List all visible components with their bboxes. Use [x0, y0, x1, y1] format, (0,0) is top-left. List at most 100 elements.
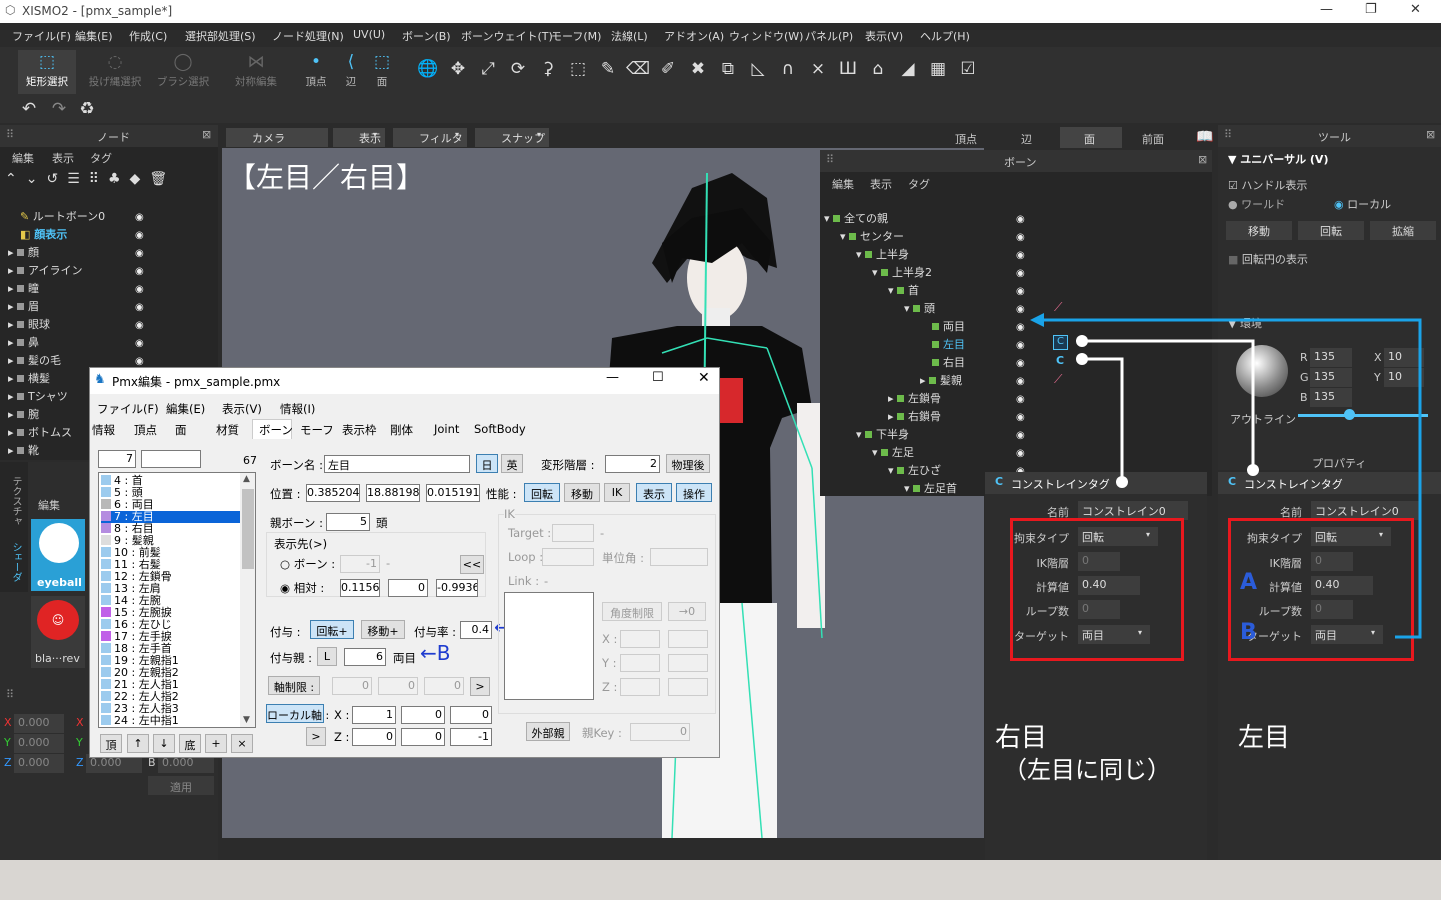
local-z3-input[interactable]: -1: [450, 728, 492, 746]
pmx-tab-morph[interactable]: モーフ: [300, 422, 334, 438]
ik-loop-input[interactable]: [542, 548, 594, 566]
perf-rotate-button[interactable]: 回転: [524, 483, 560, 502]
lang-jp-button[interactable]: 日: [476, 454, 498, 473]
ik-x-max-input[interactable]: [668, 630, 708, 648]
annotation-b: ←B: [420, 641, 451, 665]
dest-bone-radio[interactable]: ○ ボーン :: [280, 556, 335, 572]
rel-y-input[interactable]: 0: [388, 579, 428, 597]
ik-group-label: IK: [504, 507, 515, 521]
ik-x-min-input[interactable]: [620, 630, 660, 648]
grant-rate-input[interactable]: 0.4: [460, 621, 492, 639]
external-parent-button[interactable]: 外部親: [526, 722, 570, 741]
list-scrollbar[interactable]: ▲ ▼: [240, 473, 255, 727]
ik-target-input[interactable]: [552, 524, 594, 542]
pmx-menu-file[interactable]: ファイル(F): [97, 401, 159, 417]
grant-rotate-button[interactable]: 回転+: [310, 620, 354, 639]
ik-link-list[interactable]: [504, 592, 594, 700]
grant-parent-pick-button[interactable]: L: [317, 647, 337, 666]
after-physics-button[interactable]: 物理後: [666, 454, 710, 473]
pmx-tab-face[interactable]: 面: [175, 422, 187, 438]
pmx-menu-view[interactable]: 表示(V): [222, 401, 262, 417]
parent-key-label: 親Key :: [582, 726, 622, 740]
perf-display-button[interactable]: 表示: [636, 483, 672, 502]
list-add-button[interactable]: +: [205, 734, 227, 753]
list-top-button[interactable]: 頂: [100, 734, 122, 753]
ik-x-label: X :: [602, 632, 618, 646]
position-z-input[interactable]: 0.015191: [426, 484, 480, 502]
pmx-tab-bone[interactable]: ボーン: [252, 419, 293, 439]
ik-unit-label: 単位角 :: [602, 551, 645, 565]
grant-parent-input[interactable]: 6: [344, 648, 386, 666]
rel-x-input[interactable]: 0.11565: [340, 579, 380, 597]
close-icon[interactable]: ✕: [698, 370, 710, 386]
pmx-tab-joint[interactable]: Joint: [434, 422, 459, 436]
pmx-title: Pmx編集 - pmx_sample.pmx: [112, 375, 281, 389]
pmx-tab-vertex[interactable]: 頂点: [134, 422, 157, 438]
local-z-label: Z :: [334, 730, 350, 744]
grant-parent-name: 両目: [393, 651, 416, 665]
pmx-tab-softbody[interactable]: SoftBody: [474, 422, 526, 436]
axis-y-input[interactable]: 0: [378, 677, 418, 695]
pmx-tab-frame[interactable]: 表示枠: [342, 422, 377, 438]
dest-relative-radio[interactable]: ◉ 相対 :: [280, 580, 324, 596]
pmx-menu-edit[interactable]: 編集(E): [166, 401, 205, 417]
grant-move-button[interactable]: 移動+: [361, 620, 405, 639]
list-delete-button[interactable]: ×: [231, 734, 253, 753]
list-bottom-button[interactable]: 底: [179, 734, 201, 753]
local-z2-input[interactable]: 0: [401, 728, 445, 746]
bone-index-input[interactable]: 7: [98, 450, 136, 468]
perf-operate-button[interactable]: 操作: [676, 483, 712, 502]
perf-move-button[interactable]: 移動: [564, 483, 600, 502]
parent-bone-label: 親ボーン :: [270, 516, 323, 530]
deform-label: 変形階層 :: [541, 458, 595, 472]
pmx-app-icon: ♞: [94, 372, 106, 387]
parent-key-input[interactable]: 0: [630, 723, 690, 741]
axis-expand-button[interactable]: >: [470, 677, 490, 696]
dest-pick-button[interactable]: <<: [460, 555, 484, 574]
position-x-input[interactable]: 0.385204: [306, 484, 360, 502]
perf-ik-button[interactable]: IK: [604, 483, 630, 502]
ik-z-max-input[interactable]: [668, 678, 708, 696]
bone-list[interactable]: 4 : 首 5 : 頭 6 : 両目 7 : 左目 8 : 右目 9 : 髪親 …: [98, 472, 256, 728]
axis-x-input[interactable]: 0: [332, 677, 372, 695]
ik-y-max-input[interactable]: [668, 654, 708, 672]
ik-unit-input[interactable]: [650, 548, 708, 566]
ik-y-min-input[interactable]: [620, 654, 660, 672]
lang-en-button[interactable]: 英: [501, 454, 523, 473]
deform-input[interactable]: 2: [605, 455, 660, 473]
local-x2-input[interactable]: 0: [401, 706, 445, 724]
rel-z-input[interactable]: -0.9936: [436, 579, 478, 597]
local-axis-button[interactable]: ローカル軸 :: [266, 704, 329, 723]
grant-parent-label: 付与親 :: [270, 651, 313, 665]
list-up-button[interactable]: ↑: [127, 734, 149, 753]
ik-target-label: Target :: [508, 526, 552, 540]
list-down-button[interactable]: ↓: [153, 734, 175, 753]
pmx-tab-rigid[interactable]: 剛体: [390, 422, 413, 438]
reset-zero-button[interactable]: →0: [668, 602, 706, 621]
bone-search-input[interactable]: [141, 450, 201, 468]
maximize-icon[interactable]: ☐: [652, 370, 664, 385]
pmx-title-bar: ♞ Pmx編集 - pmx_sample.pmx — ☐ ✕: [90, 368, 719, 394]
pmx-tab-material[interactable]: 材質: [216, 422, 239, 438]
ik-target-name: -: [600, 526, 605, 540]
minimize-icon[interactable]: —: [606, 370, 619, 385]
local-expand-button[interactable]: >: [306, 727, 326, 746]
local-z1-input[interactable]: 0: [352, 728, 396, 746]
ik-z-min-input[interactable]: [620, 678, 660, 696]
grant-label: 付与 :: [270, 625, 301, 639]
angle-limit-button[interactable]: 角度制限: [602, 602, 662, 621]
pmx-tab-info[interactable]: 情報: [92, 422, 115, 438]
parent-bone-input[interactable]: 5: [326, 513, 370, 531]
axis-limit-button[interactable]: 軸制限 :: [268, 676, 320, 695]
dest-bone-input[interactable]: -1: [340, 555, 380, 573]
local-x3-input[interactable]: 0: [450, 706, 492, 724]
position-y-input[interactable]: 18.88198: [366, 484, 420, 502]
bone-name-input[interactable]: 左目: [324, 455, 470, 473]
axis-z-input[interactable]: 0: [424, 677, 464, 695]
ik-link-name: -: [544, 574, 549, 588]
performance-label: 性能 :: [486, 487, 517, 501]
parent-bone-name: 頭: [376, 516, 388, 530]
local-x1-input[interactable]: 1: [352, 706, 396, 724]
list-item[interactable]: 24 : 左中指1: [101, 715, 179, 727]
pmx-menu-info[interactable]: 情報(I): [280, 401, 315, 417]
